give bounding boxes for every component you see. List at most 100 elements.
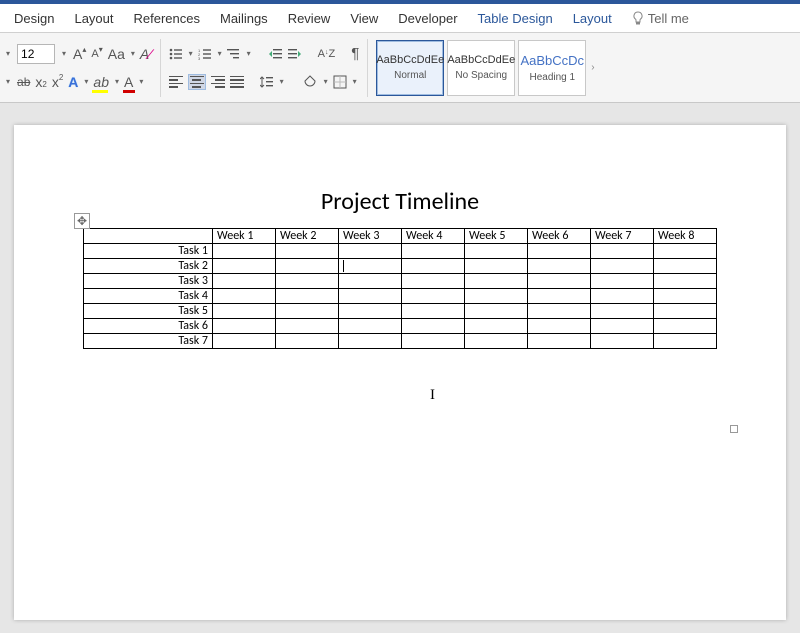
table-cell[interactable] <box>402 259 465 274</box>
table-cell[interactable] <box>654 259 717 274</box>
table-cell[interactable] <box>84 229 213 244</box>
row-header[interactable]: Task 4 <box>84 289 213 304</box>
table-cell[interactable] <box>591 259 654 274</box>
table-cell[interactable] <box>276 304 339 319</box>
text-effects-button[interactable]: A <box>68 72 78 92</box>
table-row[interactable]: Task 5 <box>84 304 717 319</box>
row-header[interactable]: Task 3 <box>84 274 213 289</box>
clear-format-button[interactable]: A∕ <box>140 44 152 64</box>
table-cell[interactable] <box>213 319 276 334</box>
table-cell[interactable] <box>654 289 717 304</box>
change-case-button[interactable]: Aa <box>108 44 125 64</box>
table-cell[interactable] <box>528 289 591 304</box>
table-cell[interactable] <box>528 319 591 334</box>
table-cell[interactable] <box>528 334 591 349</box>
table-cell[interactable] <box>465 304 528 319</box>
table-cell[interactable] <box>339 289 402 304</box>
table-cell[interactable] <box>654 244 717 259</box>
column-header[interactable]: Week 2 <box>276 229 339 244</box>
table-cell[interactable] <box>591 289 654 304</box>
table-cell[interactable] <box>213 244 276 259</box>
subscript-button[interactable]: x2 <box>35 72 46 92</box>
table-cell[interactable] <box>465 289 528 304</box>
table-cell[interactable] <box>591 274 654 289</box>
column-header[interactable]: Week 5 <box>465 229 528 244</box>
shading-button[interactable] <box>304 72 318 92</box>
row-header[interactable]: Task 7 <box>84 334 213 349</box>
font-color-button[interactable]: A <box>124 72 133 92</box>
row-header[interactable]: Task 1 <box>84 244 213 259</box>
column-header[interactable]: Week 1 <box>213 229 276 244</box>
document-page[interactable]: Project Timeline ✥ Week 1 Week 2 Week 3 … <box>14 125 786 620</box>
table-row[interactable]: Task 3 <box>84 274 717 289</box>
chevron-down-icon[interactable]: ▾ <box>353 77 357 86</box>
tab-table-layout[interactable]: Layout <box>563 4 622 32</box>
table-cell[interactable] <box>213 304 276 319</box>
table-row[interactable]: Task 7 <box>84 334 717 349</box>
table-cell[interactable] <box>591 334 654 349</box>
chevron-down-icon[interactable]: ▾ <box>247 49 251 58</box>
table-cell[interactable] <box>654 319 717 334</box>
table-cell[interactable] <box>654 304 717 319</box>
tab-developer[interactable]: Developer <box>388 4 467 32</box>
table-row[interactable]: Task 2 <box>84 259 717 274</box>
table-cell[interactable] <box>402 334 465 349</box>
table-cell[interactable] <box>339 334 402 349</box>
table-cell[interactable] <box>402 319 465 334</box>
table-row[interactable]: Task 6 <box>84 319 717 334</box>
row-header[interactable]: Task 5 <box>84 304 213 319</box>
chevron-down-icon[interactable]: ▾ <box>139 77 143 86</box>
table-resize-handle[interactable] <box>730 425 738 433</box>
table-cell[interactable] <box>276 274 339 289</box>
table-cell[interactable] <box>339 259 402 274</box>
table-cell[interactable] <box>339 244 402 259</box>
styles-more-icon[interactable]: › <box>591 62 594 73</box>
table-cell[interactable] <box>213 259 276 274</box>
tab-table-design[interactable]: Table Design <box>468 4 563 32</box>
chevron-down-icon[interactable]: ▾ <box>218 49 222 58</box>
table-move-handle[interactable]: ✥ <box>74 213 90 229</box>
column-header[interactable]: Week 8 <box>654 229 717 244</box>
table-cell[interactable] <box>465 319 528 334</box>
tab-references[interactable]: References <box>124 4 210 32</box>
style-heading-1[interactable]: AaBbCcDc Heading 1 <box>518 40 586 96</box>
tab-mailings[interactable]: Mailings <box>210 4 278 32</box>
table-cell[interactable] <box>402 244 465 259</box>
table-cell[interactable] <box>276 259 339 274</box>
table-cell[interactable] <box>339 319 402 334</box>
table-cell[interactable] <box>213 334 276 349</box>
table-cell[interactable] <box>213 289 276 304</box>
column-header[interactable]: Week 3 <box>339 229 402 244</box>
shrink-font-button[interactable]: A▾ <box>91 44 102 64</box>
table-cell[interactable] <box>528 304 591 319</box>
table-cell[interactable] <box>654 334 717 349</box>
table-cell[interactable] <box>213 274 276 289</box>
table-cell[interactable] <box>276 334 339 349</box>
grow-font-button[interactable]: A▴ <box>73 44 86 64</box>
table-cell[interactable] <box>402 289 465 304</box>
align-left-button[interactable] <box>169 76 183 88</box>
font-size-chevron-icon[interactable]: ▾ <box>60 49 68 58</box>
row-header[interactable]: Task 6 <box>84 319 213 334</box>
bullets-button[interactable] <box>169 44 183 64</box>
column-header[interactable]: Week 4 <box>402 229 465 244</box>
sort-button[interactable]: A↓Z <box>318 44 336 64</box>
tab-layout[interactable]: Layout <box>64 4 123 32</box>
font-name-chevron-icon[interactable]: ▾ <box>4 49 12 58</box>
table-cell[interactable] <box>465 274 528 289</box>
tell-me[interactable]: Tell me <box>622 4 699 32</box>
table-cell[interactable] <box>402 304 465 319</box>
column-header[interactable]: Week 7 <box>591 229 654 244</box>
borders-button[interactable] <box>333 72 347 92</box>
align-right-button[interactable] <box>211 76 225 88</box>
table-row[interactable]: Task 1 <box>84 244 717 259</box>
table-cell[interactable] <box>591 319 654 334</box>
table-cell[interactable] <box>465 334 528 349</box>
align-center-button[interactable] <box>188 74 206 90</box>
decrease-indent-button[interactable] <box>269 44 283 64</box>
multilevel-list-button[interactable] <box>227 44 241 64</box>
superscript-button[interactable]: x2 <box>52 72 63 92</box>
tab-view[interactable]: View <box>340 4 388 32</box>
document-title[interactable]: Project Timeline <box>14 125 786 216</box>
table-cell[interactable] <box>528 244 591 259</box>
